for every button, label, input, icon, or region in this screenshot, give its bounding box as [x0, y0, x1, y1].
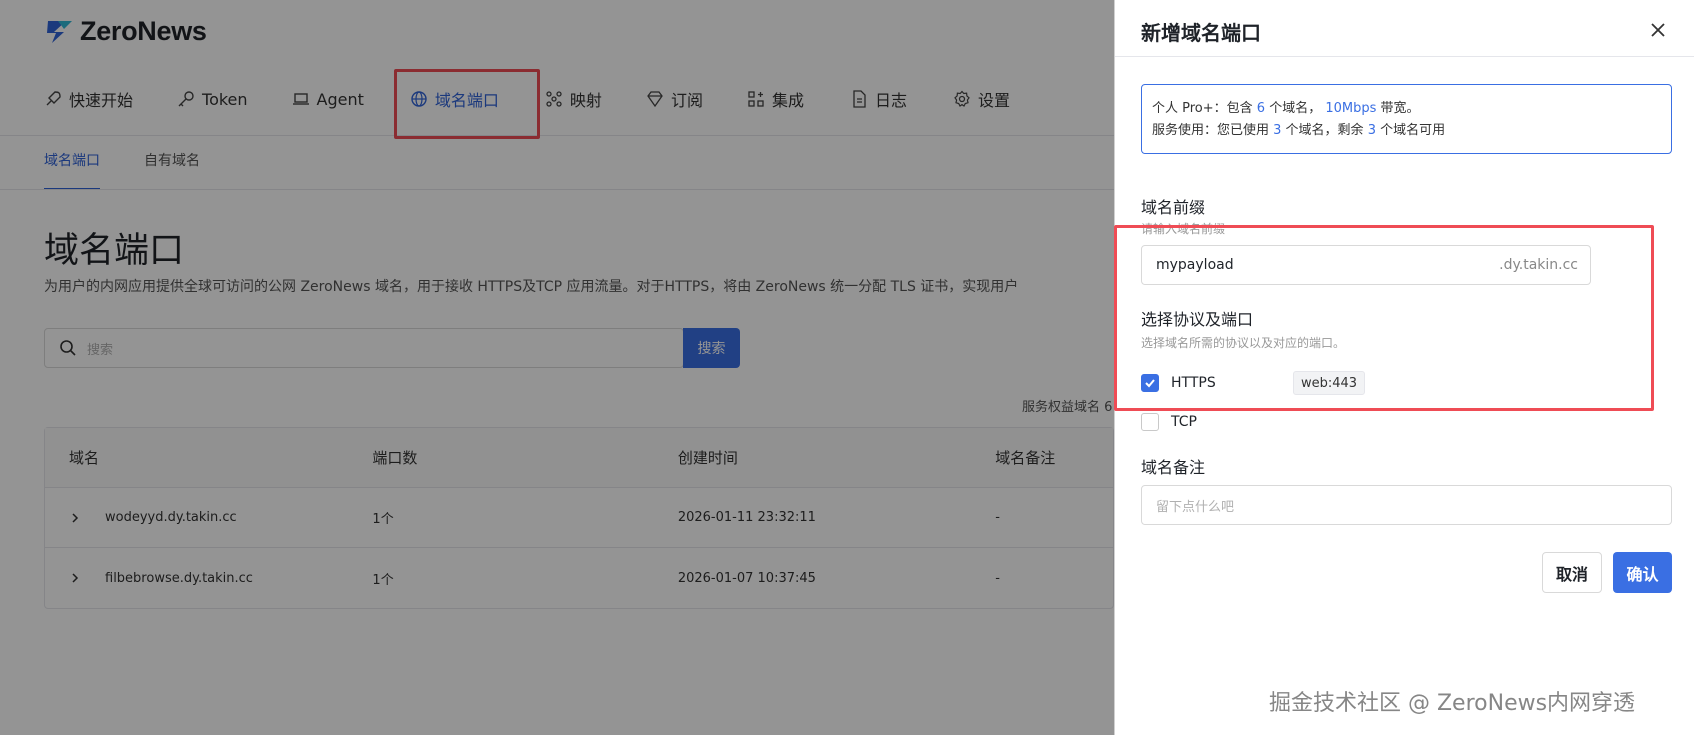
form-highlight-box [1114, 225, 1654, 411]
domain-remark-input[interactable]: 留下点什么吧 [1141, 485, 1672, 525]
watermark: 掘金技术社区 @ ZeroNews内网穿透 [1269, 691, 1636, 716]
plan-text: 个人 Pro+：包含 [1152, 101, 1257, 116]
usage-text: 个域名，剩余 [1281, 123, 1368, 138]
modal-overlay[interactable] [0, 0, 1114, 735]
drawer-title: 新增域名端口 [1141, 21, 1261, 45]
remark-label: 域名备注 [1141, 458, 1206, 477]
tcp-label: TCP [1171, 414, 1197, 430]
usage-domains-left: 3 [1367, 123, 1376, 138]
confirm-button[interactable]: 确认 [1613, 552, 1672, 593]
protocol-tcp-row: TCP [1141, 413, 1293, 431]
plan-domains-total: 6 [1256, 101, 1266, 116]
plan-line: 个人 Pro+：包含 6 个域名， 10Mbps 带宽。 [1152, 98, 1661, 120]
plan-bandwidth: 10Mbps [1325, 101, 1377, 116]
usage-line: 服务使用：您已使用 3 个域名，剩余 3 个域名可用 [1152, 120, 1661, 142]
tcp-checkbox[interactable] [1141, 413, 1159, 431]
close-icon [1651, 23, 1665, 37]
close-button[interactable] [1647, 19, 1669, 41]
usage-text: 服务使用：您已使用 [1152, 123, 1274, 138]
prefix-label: 域名前缀 [1141, 198, 1206, 217]
plan-text: 带宽。 [1376, 101, 1420, 116]
plan-text: 个域名， [1265, 101, 1322, 116]
drawer-divider [1115, 56, 1694, 57]
plan-info-box: 个人 Pro+：包含 6 个域名， 10Mbps 带宽。 服务使用：您已使用 3… [1141, 84, 1672, 154]
usage-text: 个域名可用 [1375, 123, 1446, 138]
cancel-button[interactable]: 取消 [1542, 552, 1602, 593]
